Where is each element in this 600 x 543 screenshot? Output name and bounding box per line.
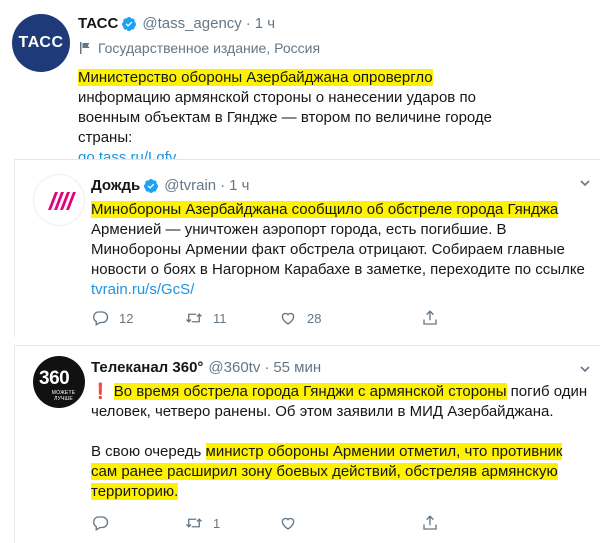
share-icon xyxy=(423,515,437,530)
tweet-tass[interactable]: ТАСС ТАСС @tass_agency · 1 ч Государстве… xyxy=(0,0,600,166)
tweet-dozhd[interactable]: Дождь @tvrain · 1 ч Минобороны Азербайдж… xyxy=(14,159,600,337)
author-name[interactable]: Телеканал 360° xyxy=(91,358,203,378)
tweet-header: ТАСС @tass_agency · 1 ч xyxy=(78,14,588,34)
tass-logo: ТАСС xyxy=(18,34,64,51)
reply-button[interactable] xyxy=(91,514,185,532)
like-icon xyxy=(281,312,295,325)
author-name[interactable]: Дождь xyxy=(91,176,140,196)
separator-dot: · xyxy=(264,359,270,376)
exclamation-icon: ❗ xyxy=(91,383,110,400)
logo-360: 360 МОЖЕТЕ ЛУЧШЕ xyxy=(33,356,85,408)
reply-icon xyxy=(93,311,109,326)
logo-360-subtitle: МОЖЕТЕ ЛУЧШЕ xyxy=(51,390,76,402)
like-button[interactable]: 28 xyxy=(279,309,373,327)
tweet-text: Минобороны Азербайджана сообщило об обст… xyxy=(91,200,591,300)
tweet-header: Телеканал 360° @360tv · 55 мин xyxy=(91,358,591,378)
tweet-time[interactable]: 1 ч xyxy=(229,176,249,196)
like-icon xyxy=(281,517,295,530)
avatar-dozhd[interactable] xyxy=(33,174,85,226)
tweet-link[interactable]: tvrain.ru/s/GcS/ xyxy=(91,281,194,298)
dozhd-logo xyxy=(48,192,76,210)
verified-badge-icon xyxy=(122,17,137,31)
author-handle[interactable]: @tass_agency xyxy=(142,14,241,34)
tweet-paragraph-2: В свою очередь министр обороны Армении о… xyxy=(91,442,591,502)
author-handle[interactable]: @tvrain xyxy=(164,176,216,196)
tweet-360tv[interactable]: 360 МОЖЕТЕ ЛУЧШЕ Телеканал 360° @360tv ·… xyxy=(14,345,600,543)
tweet-content: ТАСС @tass_agency · 1 ч Государственное … xyxy=(78,14,588,168)
tweet-time[interactable]: 1 ч xyxy=(255,14,275,34)
reply-count: 12 xyxy=(119,310,134,326)
separator-dot: · xyxy=(220,177,226,194)
retweet-button[interactable]: 1 xyxy=(185,514,279,532)
highlighted-text: Во время обстрела города Гянджи с армянс… xyxy=(113,383,507,400)
tweet-time[interactable]: 55 мин xyxy=(273,358,321,378)
verified-badge-icon xyxy=(144,179,159,193)
reply-button[interactable]: 12 xyxy=(91,309,185,327)
tweet-text: Министерство обороны Азербайджана опрове… xyxy=(78,68,518,168)
share-icon xyxy=(423,310,437,325)
logo-360-number: 360 xyxy=(39,368,70,389)
share-button[interactable] xyxy=(421,309,439,327)
tweet-text-rest: информацию армянской стороны о нанесении… xyxy=(78,89,493,146)
separator-dot: · xyxy=(245,15,251,32)
reply-icon xyxy=(93,516,109,531)
highlighted-text: Минобороны Азербайджана сообщило об обст… xyxy=(91,201,559,218)
tweet-actions: 12 11 28 xyxy=(91,309,439,327)
tweet-content: Дождь @tvrain · 1 ч Минобороны Азербайдж… xyxy=(91,176,591,300)
retweet-count: 1 xyxy=(213,515,221,531)
tweet-actions: 1 xyxy=(91,514,439,532)
tweet-content: Телеканал 360° @360tv · 55 мин ❗ Во время… xyxy=(91,358,591,502)
share-button[interactable] xyxy=(421,514,439,532)
state-media-label[interactable]: Государственное издание, Россия xyxy=(78,40,588,56)
retweet-button[interactable]: 11 xyxy=(185,309,279,327)
tweet-text-rest: Арменией — уничтожен аэропорт города, ес… xyxy=(91,221,585,278)
tweet-text: ❗ Во время обстрела города Гянджи с армян… xyxy=(91,382,591,502)
author-handle[interactable]: @360tv xyxy=(208,358,260,378)
avatar-tass[interactable]: ТАСС xyxy=(12,14,70,72)
retweet-icon xyxy=(186,518,202,528)
highlighted-text: Министерство обороны Азербайджана опрове… xyxy=(78,69,433,86)
tweet-header: Дождь @tvrain · 1 ч xyxy=(91,176,591,196)
like-count: 28 xyxy=(307,310,322,326)
author-name[interactable]: ТАСС xyxy=(78,14,118,34)
org-flag-icon xyxy=(80,42,90,54)
state-media-text: Государственное издание, Россия xyxy=(98,40,321,56)
paragraph-2-prefix: В свою очередь xyxy=(91,443,206,460)
retweet-count: 11 xyxy=(213,310,227,326)
avatar-360tv[interactable]: 360 МОЖЕТЕ ЛУЧШЕ xyxy=(33,356,85,408)
retweet-icon xyxy=(186,313,202,323)
like-button[interactable] xyxy=(279,514,373,532)
